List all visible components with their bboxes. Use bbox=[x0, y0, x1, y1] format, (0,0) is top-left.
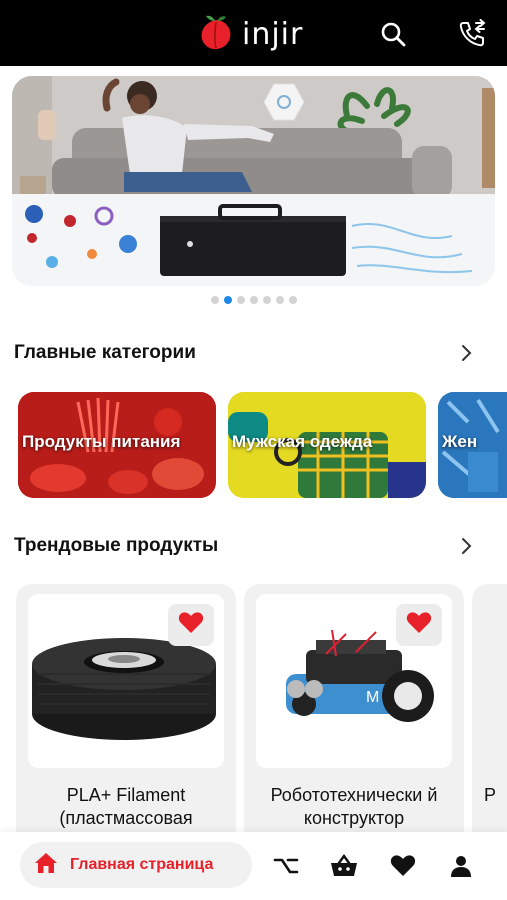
carousel-dot[interactable] bbox=[249, 296, 258, 304]
basket-icon[interactable] bbox=[330, 852, 358, 880]
home-icon bbox=[34, 852, 58, 879]
trending-title: Трендовые продукты bbox=[14, 535, 219, 556]
promo-banner[interactable] bbox=[12, 76, 495, 286]
categories-title: Главные категории bbox=[14, 342, 196, 363]
carousel-dot[interactable] bbox=[210, 296, 219, 304]
product-card[interactable]: P bbox=[472, 584, 507, 844]
carousel-dots[interactable] bbox=[0, 296, 507, 304]
chevron-right-icon[interactable] bbox=[456, 343, 476, 363]
brand-name: injir bbox=[242, 16, 304, 52]
category-card-womenswear[interactable]: Жен bbox=[438, 392, 507, 498]
product-card[interactable]: PLA+ Filament (пластмассовая bbox=[16, 584, 236, 844]
user-icon[interactable] bbox=[447, 852, 475, 880]
category-card-menswear[interactable]: Мужская одежда bbox=[228, 392, 426, 498]
product-card[interactable]: M Робототехнически й конструктор bbox=[244, 584, 464, 844]
carousel-dot[interactable] bbox=[262, 296, 271, 304]
fig-logo-icon bbox=[196, 12, 236, 57]
category-label: Мужская одежда bbox=[232, 432, 373, 451]
svg-text:M: M bbox=[366, 689, 379, 706]
heart-icon[interactable] bbox=[389, 852, 417, 880]
carousel-dot[interactable] bbox=[275, 296, 284, 304]
nav-home-label: Главная страница bbox=[70, 856, 214, 873]
carousel-dot-active[interactable] bbox=[223, 296, 232, 304]
brand-logo[interactable]: injir bbox=[196, 14, 303, 54]
search-icon[interactable] bbox=[377, 18, 409, 50]
favorite-button[interactable] bbox=[396, 604, 442, 646]
chevron-right-icon[interactable] bbox=[456, 536, 476, 556]
category-label: Продукты питания bbox=[22, 432, 181, 451]
carousel-dot[interactable] bbox=[236, 296, 245, 304]
product-title: P bbox=[484, 785, 497, 805]
favorite-button[interactable] bbox=[168, 604, 214, 646]
product-image: M bbox=[256, 594, 452, 768]
nav-home-button[interactable]: Главная страница bbox=[20, 842, 252, 888]
product-title: Робототехнически й конструктор bbox=[270, 785, 438, 828]
heart-icon bbox=[178, 611, 204, 640]
product-title: PLA+ Filament (пластмассовая bbox=[59, 785, 193, 828]
category-label: Жен bbox=[442, 432, 478, 451]
banner-image bbox=[12, 76, 495, 286]
compare-icon[interactable] bbox=[272, 852, 300, 880]
top-bar: injir bbox=[0, 0, 507, 66]
carousel-dot[interactable] bbox=[288, 296, 297, 304]
bottom-nav: Главная страница bbox=[0, 832, 507, 900]
heart-icon bbox=[406, 611, 432, 640]
category-card-food[interactable]: Продукты питания bbox=[18, 392, 216, 498]
product-image bbox=[28, 594, 224, 768]
phone-icon[interactable] bbox=[456, 18, 488, 50]
